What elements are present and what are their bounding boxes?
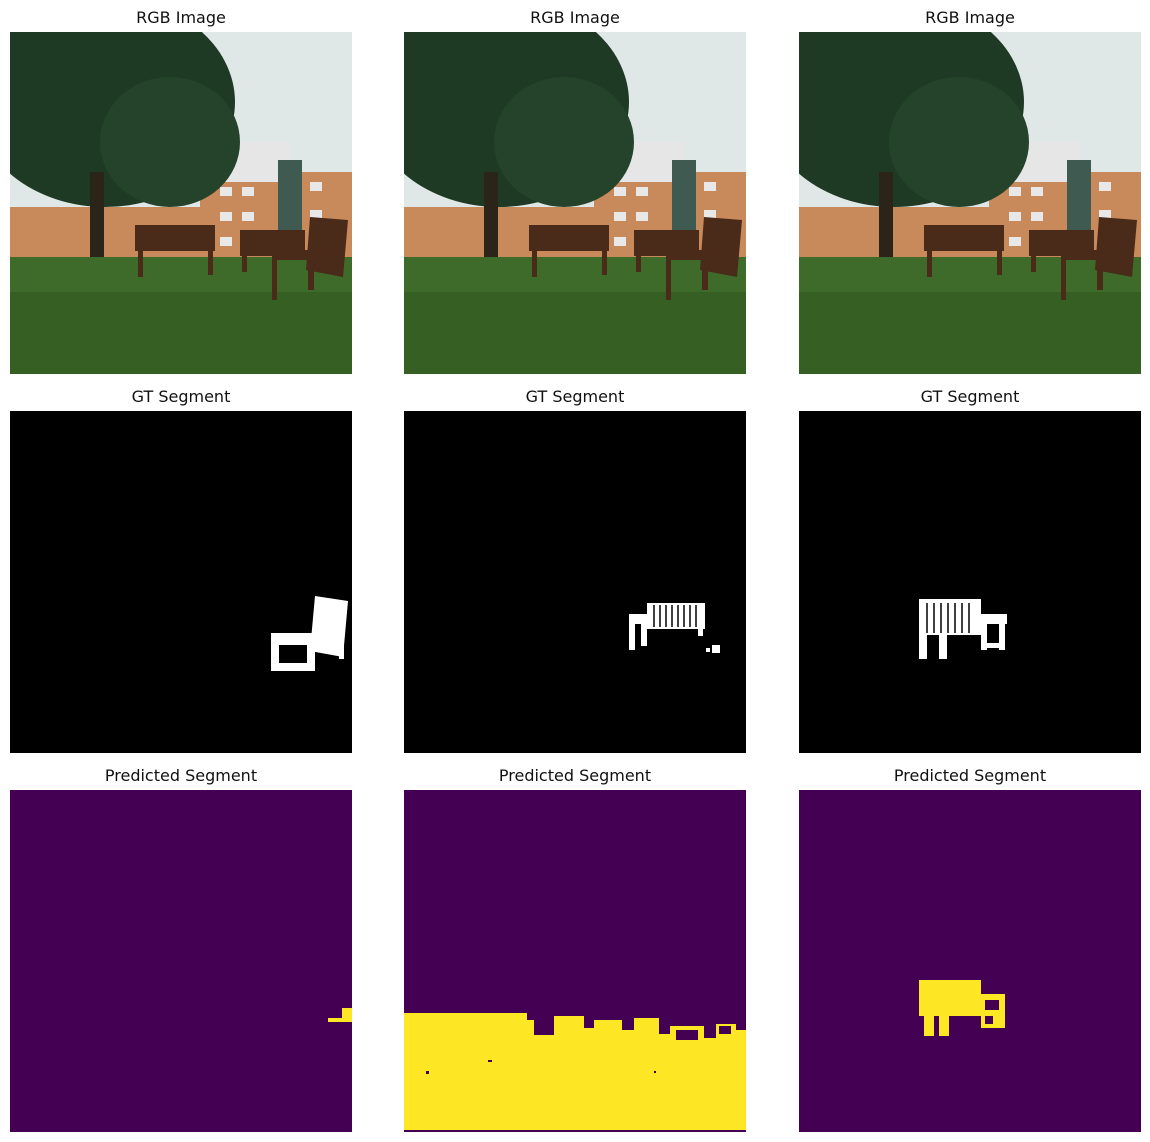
predicted-segment-panel-2 xyxy=(404,790,746,1132)
rgb-image-panel-3 xyxy=(799,32,1141,374)
panel-title-rgb-3: RGB Image xyxy=(925,8,1015,27)
gt-segment-panel-1 xyxy=(10,411,352,753)
gt-segment-panel-3 xyxy=(799,411,1141,753)
panel-title-gt-3: GT Segment xyxy=(920,387,1020,406)
gt-segment-panel-2 xyxy=(404,411,746,753)
predicted-segment-panel-3 xyxy=(799,790,1141,1132)
panel-title-pred-1: Predicted Segment xyxy=(104,766,258,785)
panel-title-gt-1: GT Segment xyxy=(131,387,231,406)
panel-title-pred-3: Predicted Segment xyxy=(893,766,1047,785)
predicted-segment-panel-1 xyxy=(10,790,352,1132)
rgb-image-panel-1 xyxy=(10,32,352,374)
panel-title-pred-2: Predicted Segment xyxy=(498,766,652,785)
panel-title-gt-2: GT Segment xyxy=(525,387,625,406)
rgb-image-panel-2 xyxy=(404,32,746,374)
panel-title-rgb-2: RGB Image xyxy=(530,8,620,27)
panel-title-rgb-1: RGB Image xyxy=(136,8,226,27)
